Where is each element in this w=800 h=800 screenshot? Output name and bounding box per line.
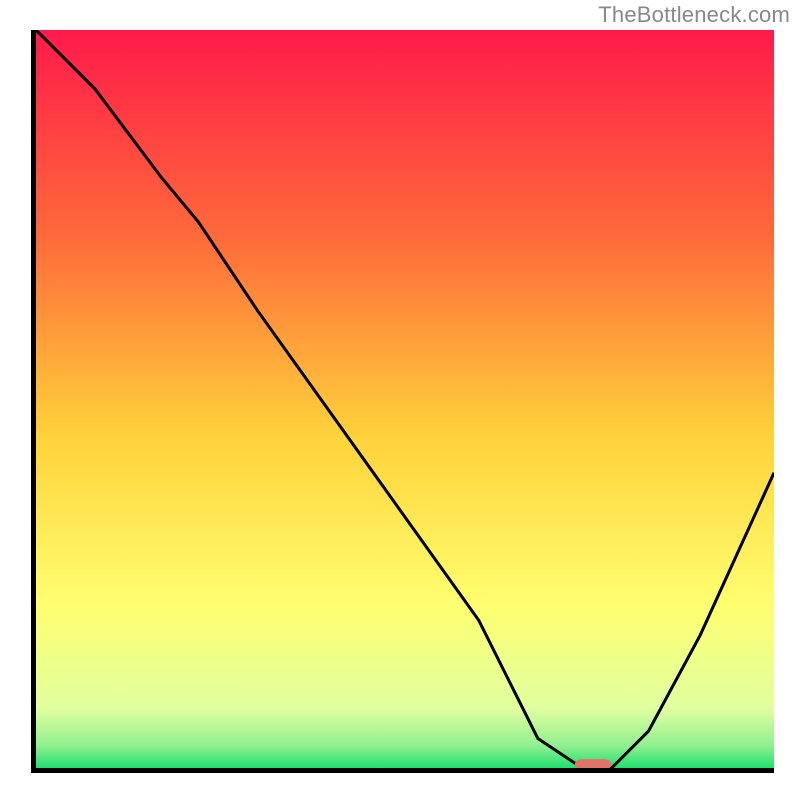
chart-background-gradient: [36, 30, 774, 768]
chart-plot-area: [36, 30, 774, 768]
watermark-text: TheBottleneck.com: [598, 2, 790, 28]
optimal-point-marker: [575, 759, 612, 768]
